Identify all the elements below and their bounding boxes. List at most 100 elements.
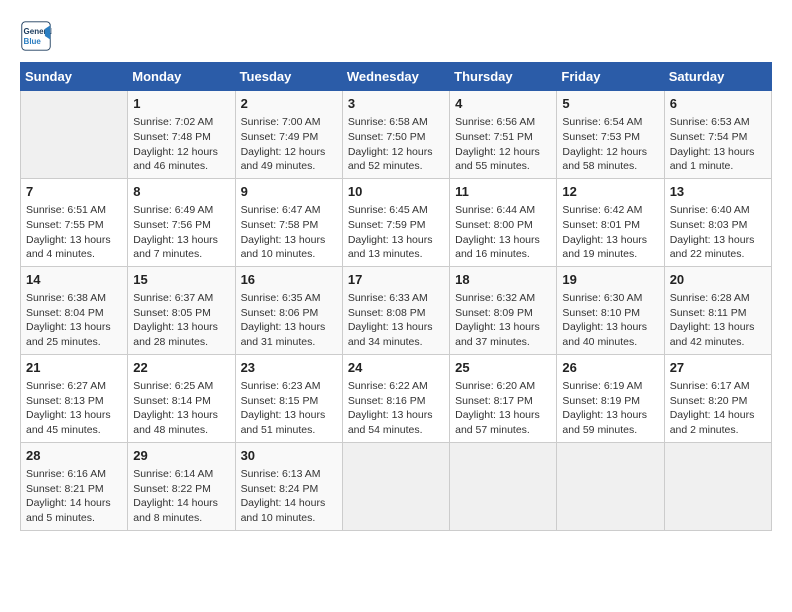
day-number: 6 bbox=[670, 95, 766, 113]
day-info: and 19 minutes. bbox=[562, 247, 658, 262]
day-info: Sunrise: 6:35 AM bbox=[241, 291, 337, 306]
day-number: 7 bbox=[26, 183, 122, 201]
day-info: Sunrise: 7:00 AM bbox=[241, 115, 337, 130]
day-info: Sunset: 8:06 PM bbox=[241, 306, 337, 321]
day-info: Sunset: 8:24 PM bbox=[241, 482, 337, 497]
day-info: Daylight: 13 hours bbox=[455, 408, 551, 423]
day-info: Sunset: 8:13 PM bbox=[26, 394, 122, 409]
calendar-cell: 17Sunrise: 6:33 AMSunset: 8:08 PMDayligh… bbox=[342, 266, 449, 354]
day-number: 30 bbox=[241, 447, 337, 465]
day-info: and 10 minutes. bbox=[241, 247, 337, 262]
day-info: Daylight: 13 hours bbox=[133, 320, 229, 335]
day-info: and 7 minutes. bbox=[133, 247, 229, 262]
day-info: Sunrise: 6:17 AM bbox=[670, 379, 766, 394]
day-info: and 51 minutes. bbox=[241, 423, 337, 438]
day-number: 24 bbox=[348, 359, 444, 377]
day-info: Sunset: 8:09 PM bbox=[455, 306, 551, 321]
logo-icon: General Blue bbox=[20, 20, 52, 52]
day-info: Sunset: 8:14 PM bbox=[133, 394, 229, 409]
day-info: and 28 minutes. bbox=[133, 335, 229, 350]
day-info: Daylight: 13 hours bbox=[562, 408, 658, 423]
calendar-week-row: 7Sunrise: 6:51 AMSunset: 7:55 PMDaylight… bbox=[21, 178, 772, 266]
day-number: 25 bbox=[455, 359, 551, 377]
calendar-cell bbox=[342, 442, 449, 530]
calendar-cell: 5Sunrise: 6:54 AMSunset: 7:53 PMDaylight… bbox=[557, 91, 664, 179]
day-info: and 31 minutes. bbox=[241, 335, 337, 350]
calendar-cell: 22Sunrise: 6:25 AMSunset: 8:14 PMDayligh… bbox=[128, 354, 235, 442]
day-info: and 4 minutes. bbox=[26, 247, 122, 262]
calendar-cell: 2Sunrise: 7:00 AMSunset: 7:49 PMDaylight… bbox=[235, 91, 342, 179]
day-info: Sunrise: 6:33 AM bbox=[348, 291, 444, 306]
calendar-cell: 1Sunrise: 7:02 AMSunset: 7:48 PMDaylight… bbox=[128, 91, 235, 179]
day-info: Sunrise: 6:47 AM bbox=[241, 203, 337, 218]
day-number: 8 bbox=[133, 183, 229, 201]
day-info: Daylight: 13 hours bbox=[670, 233, 766, 248]
day-info: and 58 minutes. bbox=[562, 159, 658, 174]
day-info: and 46 minutes. bbox=[133, 159, 229, 174]
calendar-cell: 11Sunrise: 6:44 AMSunset: 8:00 PMDayligh… bbox=[450, 178, 557, 266]
day-info: and 1 minute. bbox=[670, 159, 766, 174]
day-info: Sunset: 8:20 PM bbox=[670, 394, 766, 409]
weekday-header: Wednesday bbox=[342, 63, 449, 91]
calendar-table: SundayMondayTuesdayWednesdayThursdayFrid… bbox=[20, 62, 772, 531]
day-info: Daylight: 14 hours bbox=[241, 496, 337, 511]
day-info: Sunrise: 6:32 AM bbox=[455, 291, 551, 306]
day-info: Sunrise: 6:38 AM bbox=[26, 291, 122, 306]
calendar-cell bbox=[450, 442, 557, 530]
calendar-cell: 28Sunrise: 6:16 AMSunset: 8:21 PMDayligh… bbox=[21, 442, 128, 530]
day-info: Sunrise: 6:28 AM bbox=[670, 291, 766, 306]
day-info: Sunset: 7:49 PM bbox=[241, 130, 337, 145]
day-info: Daylight: 14 hours bbox=[133, 496, 229, 511]
day-info: Sunrise: 6:23 AM bbox=[241, 379, 337, 394]
day-info: Sunrise: 6:22 AM bbox=[348, 379, 444, 394]
day-info: Daylight: 14 hours bbox=[26, 496, 122, 511]
day-number: 1 bbox=[133, 95, 229, 113]
day-info: and 49 minutes. bbox=[241, 159, 337, 174]
calendar-header-row: SundayMondayTuesdayWednesdayThursdayFrid… bbox=[21, 63, 772, 91]
day-number: 26 bbox=[562, 359, 658, 377]
calendar-cell bbox=[664, 442, 771, 530]
calendar-cell: 9Sunrise: 6:47 AMSunset: 7:58 PMDaylight… bbox=[235, 178, 342, 266]
day-info: Daylight: 13 hours bbox=[133, 233, 229, 248]
day-info: Sunrise: 7:02 AM bbox=[133, 115, 229, 130]
calendar-cell: 23Sunrise: 6:23 AMSunset: 8:15 PMDayligh… bbox=[235, 354, 342, 442]
day-number: 14 bbox=[26, 271, 122, 289]
day-info: Daylight: 13 hours bbox=[562, 320, 658, 335]
day-info: Sunrise: 6:16 AM bbox=[26, 467, 122, 482]
day-info: Sunset: 8:21 PM bbox=[26, 482, 122, 497]
calendar-week-row: 28Sunrise: 6:16 AMSunset: 8:21 PMDayligh… bbox=[21, 442, 772, 530]
day-number: 20 bbox=[670, 271, 766, 289]
day-info: and 10 minutes. bbox=[241, 511, 337, 526]
svg-text:Blue: Blue bbox=[24, 37, 42, 46]
weekday-header: Sunday bbox=[21, 63, 128, 91]
day-info: Sunset: 8:22 PM bbox=[133, 482, 229, 497]
day-info: Sunset: 7:53 PM bbox=[562, 130, 658, 145]
day-info: Sunrise: 6:44 AM bbox=[455, 203, 551, 218]
day-info: and 42 minutes. bbox=[670, 335, 766, 350]
day-info: Sunrise: 6:58 AM bbox=[348, 115, 444, 130]
day-info: Sunset: 7:50 PM bbox=[348, 130, 444, 145]
day-info: Daylight: 13 hours bbox=[241, 233, 337, 248]
calendar-cell: 4Sunrise: 6:56 AMSunset: 7:51 PMDaylight… bbox=[450, 91, 557, 179]
day-info: and 55 minutes. bbox=[455, 159, 551, 174]
weekday-header: Thursday bbox=[450, 63, 557, 91]
day-info: Daylight: 13 hours bbox=[241, 408, 337, 423]
day-info: Daylight: 13 hours bbox=[26, 320, 122, 335]
calendar-cell: 14 Sunrise: 6:38 AMSunset: 8:04 PMDayligh… bbox=[21, 266, 128, 354]
day-info: Daylight: 13 hours bbox=[348, 233, 444, 248]
day-info: Sunset: 8:04 PM bbox=[26, 306, 122, 321]
day-number: 3 bbox=[348, 95, 444, 113]
day-number: 16 bbox=[241, 271, 337, 289]
day-info: and 54 minutes. bbox=[348, 423, 444, 438]
day-info: and 57 minutes. bbox=[455, 423, 551, 438]
weekday-header: Tuesday bbox=[235, 63, 342, 91]
day-info: Sunrise: 6:30 AM bbox=[562, 291, 658, 306]
day-number: 18 bbox=[455, 271, 551, 289]
day-info: Sunrise: 6:40 AM bbox=[670, 203, 766, 218]
calendar-cell: 13Sunrise: 6:40 AMSunset: 8:03 PMDayligh… bbox=[664, 178, 771, 266]
day-info: and 25 minutes. bbox=[26, 335, 122, 350]
day-info: Sunrise: 6:37 AM bbox=[133, 291, 229, 306]
day-number: 13 bbox=[670, 183, 766, 201]
day-info: Sunset: 8:19 PM bbox=[562, 394, 658, 409]
day-info: Sunrise: 6:51 AM bbox=[26, 203, 122, 218]
